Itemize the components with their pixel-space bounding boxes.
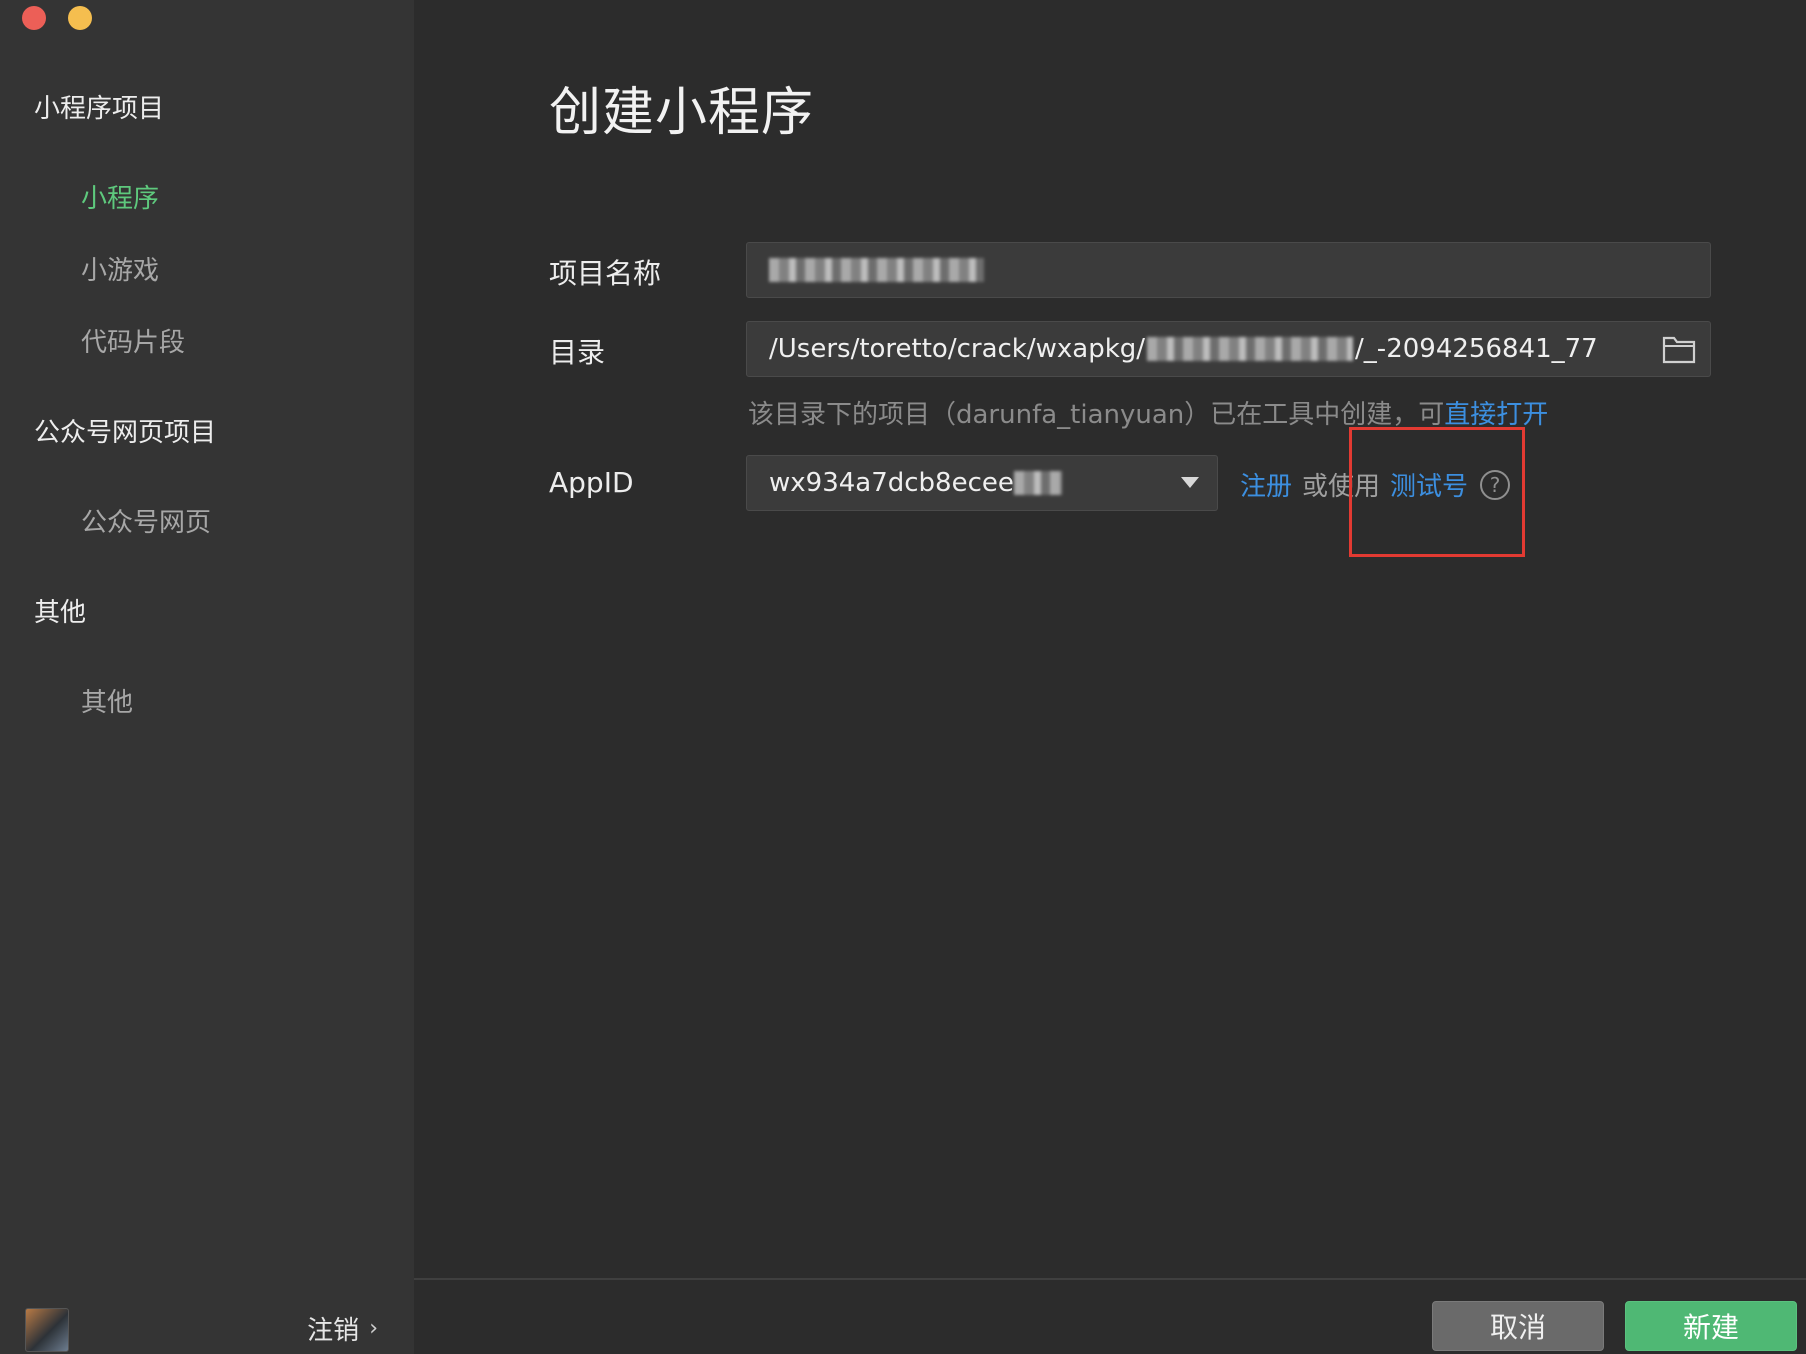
minimize-window-button[interactable]	[68, 6, 92, 30]
directory-hint: 该目录下的项目（darunfa_tianyuan）已在工具中创建，可直接打开	[748, 394, 1548, 431]
folder-icon[interactable]	[1662, 334, 1696, 364]
sidebar-item-code-snippet[interactable]: 代码片段	[81, 322, 185, 359]
highlight-annotation-box	[1349, 427, 1525, 557]
project-name-label: 项目名称	[549, 257, 662, 290]
footer-divider	[414, 1278, 1806, 1280]
chevron-down-icon	[1181, 477, 1199, 488]
appid-label: AppID	[549, 466, 634, 499]
sidebar: 小程序项目 小程序 小游戏 代码片段 公众号网页项目 公众号网页 其他 其他 注…	[0, 0, 414, 1354]
directory-value-suffix: /_-2094256841_77	[1355, 334, 1598, 364]
sidebar-item-official-webpage[interactable]: 公众号网页	[81, 502, 211, 539]
create-button[interactable]: 新建	[1625, 1301, 1797, 1351]
logout-button[interactable]: 注销 ›	[307, 1310, 378, 1347]
register-link[interactable]: 注册	[1240, 466, 1292, 503]
sidebar-item-minigame[interactable]: 小游戏	[81, 250, 159, 287]
sidebar-footer: 注销 ›	[0, 1278, 414, 1354]
directory-label: 目录	[549, 336, 606, 369]
redacted-project-name	[769, 258, 984, 282]
sidebar-item-other[interactable]: 其他	[81, 682, 133, 719]
directory-value-prefix: /Users/toretto/crack/wxapkg/	[769, 334, 1146, 364]
close-window-button[interactable]	[22, 6, 46, 30]
sidebar-item-miniprogram[interactable]: 小程序	[81, 178, 159, 215]
appid-value: wx934a7dcb8ecee	[769, 468, 1014, 498]
chevron-right-icon: ›	[369, 1316, 378, 1341]
project-name-input[interactable]	[746, 242, 1711, 298]
logout-label: 注销	[307, 1316, 360, 1346]
main-panel: 创建小程序 项目名称 目录 /Users/toretto/crack/wxapk…	[414, 0, 1806, 1354]
directory-input[interactable]: /Users/toretto/crack/wxapkg/ /_-20942568…	[746, 321, 1711, 377]
cancel-button[interactable]: 取消	[1432, 1301, 1604, 1351]
redacted-appid-segment	[1013, 471, 1062, 495]
appid-select[interactable]: wx934a7dcb8ecee	[746, 455, 1218, 511]
redacted-directory-segment	[1147, 337, 1354, 361]
page-title: 创建小程序	[549, 83, 815, 143]
avatar[interactable]	[25, 1308, 69, 1352]
open-directly-link[interactable]: 直接打开	[1444, 400, 1548, 430]
section-title-miniprogram: 小程序项目	[34, 94, 165, 124]
section-title-other: 其他	[34, 598, 87, 628]
window-controls	[22, 6, 92, 30]
directory-hint-text: 该目录下的项目（darunfa_tianyuan）已在工具中创建，可	[748, 400, 1445, 430]
section-title-official-account: 公众号网页项目	[34, 418, 217, 448]
